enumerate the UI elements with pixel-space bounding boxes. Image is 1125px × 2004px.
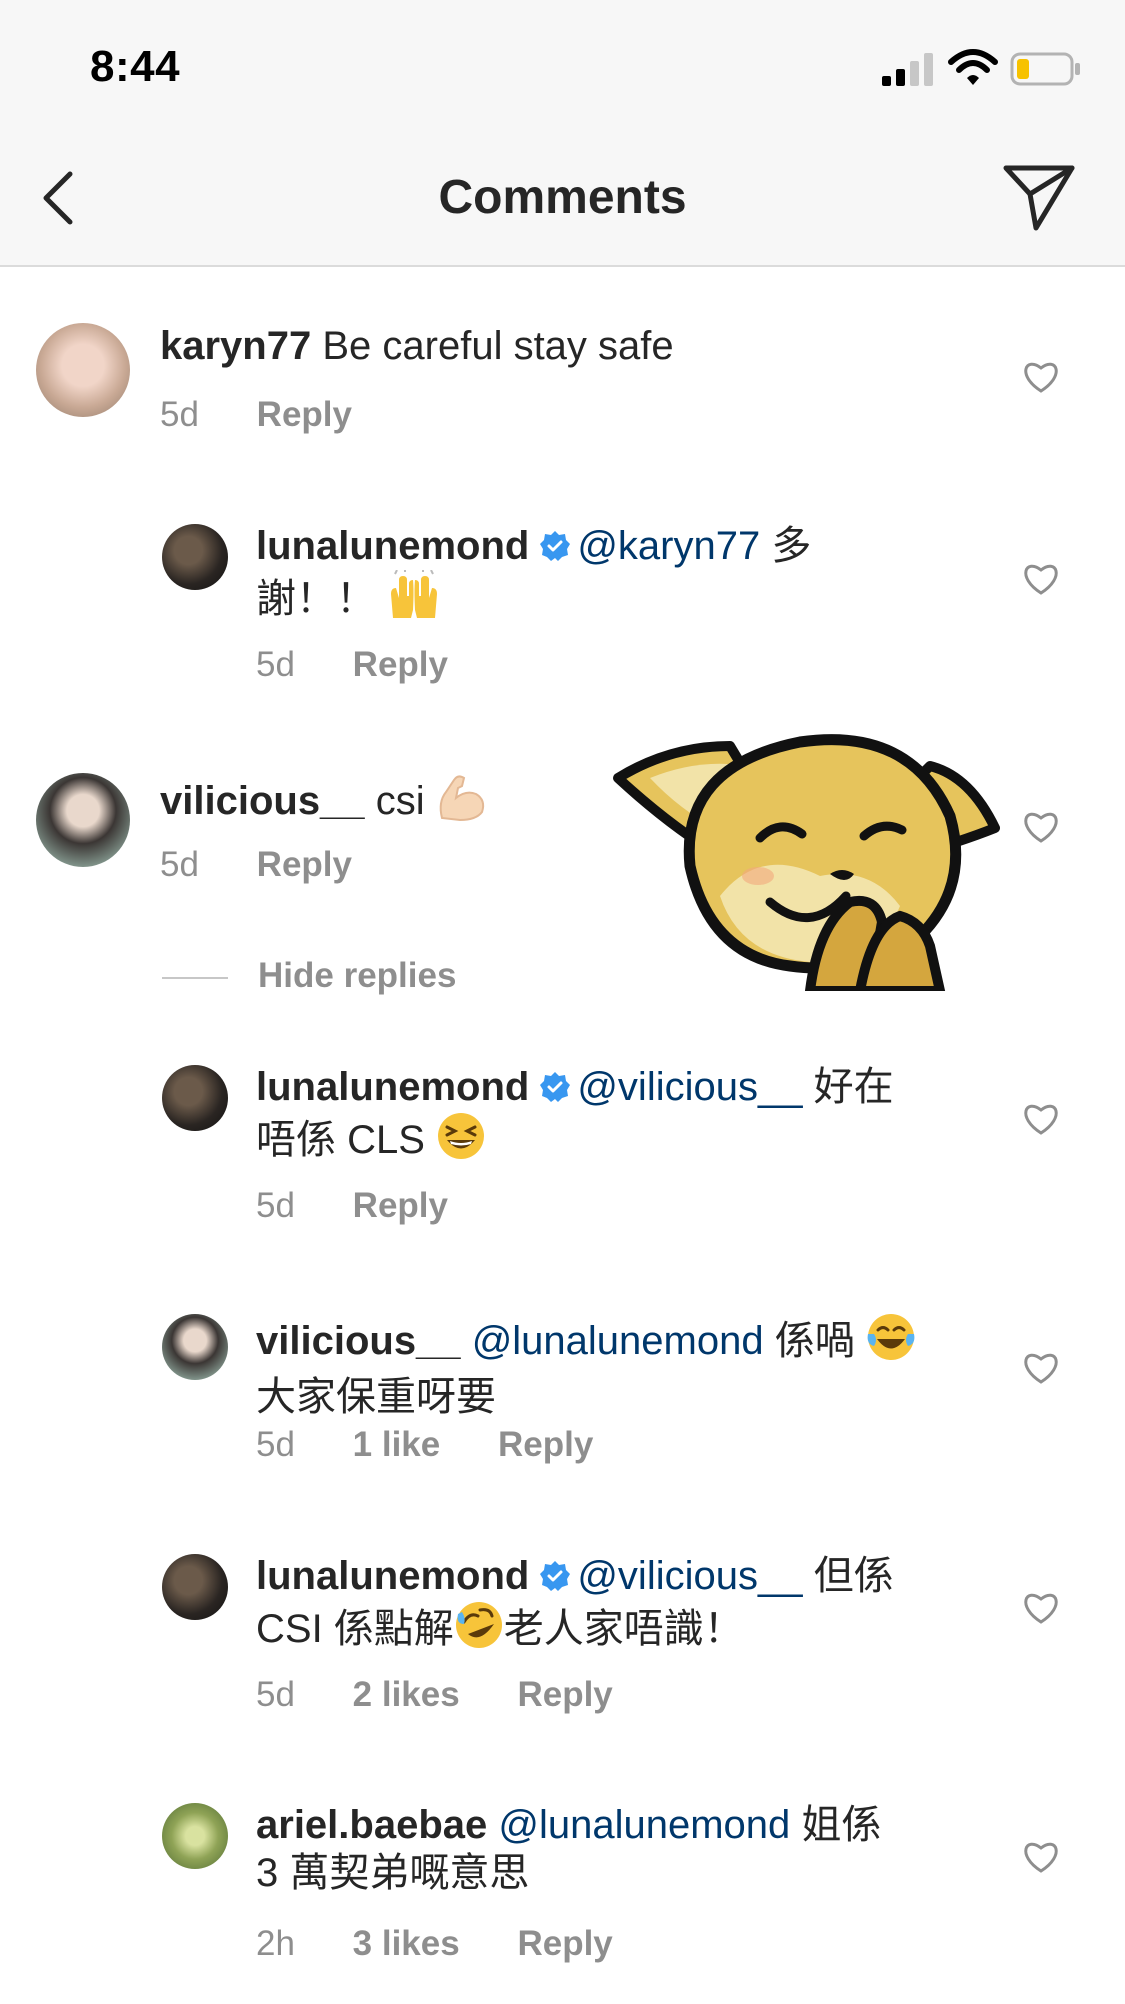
verified-badge-icon	[540, 1072, 571, 1102]
page-title: Comments	[438, 171, 687, 224]
reply-button[interactable]: Reply	[257, 845, 352, 885]
status-bar: 8:44	[0, 0, 1125, 130]
heart-icon[interactable]	[1022, 810, 1060, 844]
nav-bar: Comments	[0, 130, 1125, 267]
comment-text: 係喎	[763, 1319, 855, 1363]
mention-link[interactable]: @karyn77	[577, 524, 760, 568]
heart-icon[interactable]	[1022, 1591, 1060, 1625]
heart-icon[interactable]	[1022, 1351, 1060, 1385]
wifi-icon	[948, 49, 998, 85]
reply-button[interactable]: Reply	[498, 1425, 593, 1465]
avatar[interactable]	[162, 1554, 228, 1620]
reply-button[interactable]: Reply	[517, 1924, 612, 1964]
comment-text: 姐係	[790, 1803, 882, 1847]
reply-button[interactable]: Reply	[353, 645, 448, 685]
comment-age: 5d	[256, 645, 295, 684]
flexed-biceps-emoji	[436, 772, 488, 833]
avatar[interactable]	[162, 524, 228, 590]
grinning-squinting-emoji	[436, 1111, 486, 1172]
comment-age: 2h	[256, 1924, 295, 1963]
mention-link[interactable]: @vilicious__	[577, 1554, 802, 1598]
comment-text: csi	[375, 779, 425, 823]
heart-icon[interactable]	[1022, 1102, 1060, 1136]
comment-username[interactable]: lunalunemond	[256, 1554, 529, 1598]
comment-text-cont: 謝！！	[256, 577, 376, 621]
comment-username[interactable]: lunalunemond	[256, 524, 529, 568]
comment-text-cont: 3 萬契弟嘅意思	[256, 1851, 530, 1895]
comment-age: 5d	[256, 1186, 295, 1225]
likes-count[interactable]: 3 likes	[353, 1924, 460, 1964]
heart-icon[interactable]	[1022, 562, 1060, 596]
tears-of-joy-emoji	[866, 1312, 916, 1373]
shiba-sticker	[613, 734, 1000, 991]
hide-replies-label: Hide replies	[258, 956, 457, 995]
raising-hands-emoji	[387, 568, 441, 631]
mention-link[interactable]: @lunalunemond	[472, 1319, 764, 1363]
heart-icon[interactable]	[1022, 360, 1060, 394]
comment-username[interactable]: lunalunemond	[256, 1065, 529, 1109]
rofl-emoji	[454, 1600, 504, 1661]
mention-link[interactable]: @vilicious__	[577, 1065, 802, 1109]
battery-icon	[1010, 52, 1080, 86]
reply-button[interactable]: Reply	[517, 1675, 612, 1715]
reply-button[interactable]: Reply	[353, 1186, 448, 1226]
comment-text-cont: 大家保重呀要	[256, 1375, 496, 1419]
reply-button[interactable]: Reply	[257, 395, 352, 435]
divider	[162, 976, 228, 979]
comment-username[interactable]: ariel.baebae	[256, 1803, 487, 1847]
comment-age: 5d	[256, 1425, 295, 1464]
avatar[interactable]	[36, 773, 130, 867]
avatar[interactable]	[162, 1314, 228, 1380]
comment-text-cont: 唔係 CLS	[256, 1118, 425, 1162]
avatar[interactable]	[36, 323, 130, 417]
comment-age: 5d	[256, 1675, 295, 1714]
likes-count[interactable]: 1 like	[353, 1425, 441, 1465]
avatar[interactable]	[162, 1065, 228, 1131]
comment-text-cont: CSI 係點解	[256, 1607, 454, 1651]
send-icon[interactable]	[1000, 160, 1078, 234]
status-time: 8:44	[90, 42, 181, 91]
verified-badge-icon	[540, 1561, 571, 1591]
comment-text: Be careful stay safe	[322, 324, 674, 368]
comment-username[interactable]: karyn77	[160, 324, 311, 368]
comment-age: 5d	[160, 395, 199, 434]
comment-username[interactable]: vilicious__	[256, 1319, 461, 1363]
avatar[interactable]	[162, 1803, 228, 1869]
heart-icon[interactable]	[1022, 1840, 1060, 1874]
comment-username[interactable]: vilicious__	[160, 779, 365, 823]
comment-text-cont2: 老人家唔識！	[503, 1607, 744, 1651]
likes-count[interactable]: 2 likes	[353, 1675, 460, 1715]
comment-age: 5d	[160, 845, 199, 884]
signal-icon	[882, 53, 933, 86]
verified-badge-icon	[540, 531, 571, 561]
hide-replies-button[interactable]: Hide replies	[162, 956, 456, 996]
comment-text: 多	[760, 524, 812, 568]
comment-text: 好在	[802, 1065, 894, 1109]
comment-text: 但係	[802, 1554, 894, 1598]
mention-link[interactable]: @lunalunemond	[498, 1803, 790, 1847]
